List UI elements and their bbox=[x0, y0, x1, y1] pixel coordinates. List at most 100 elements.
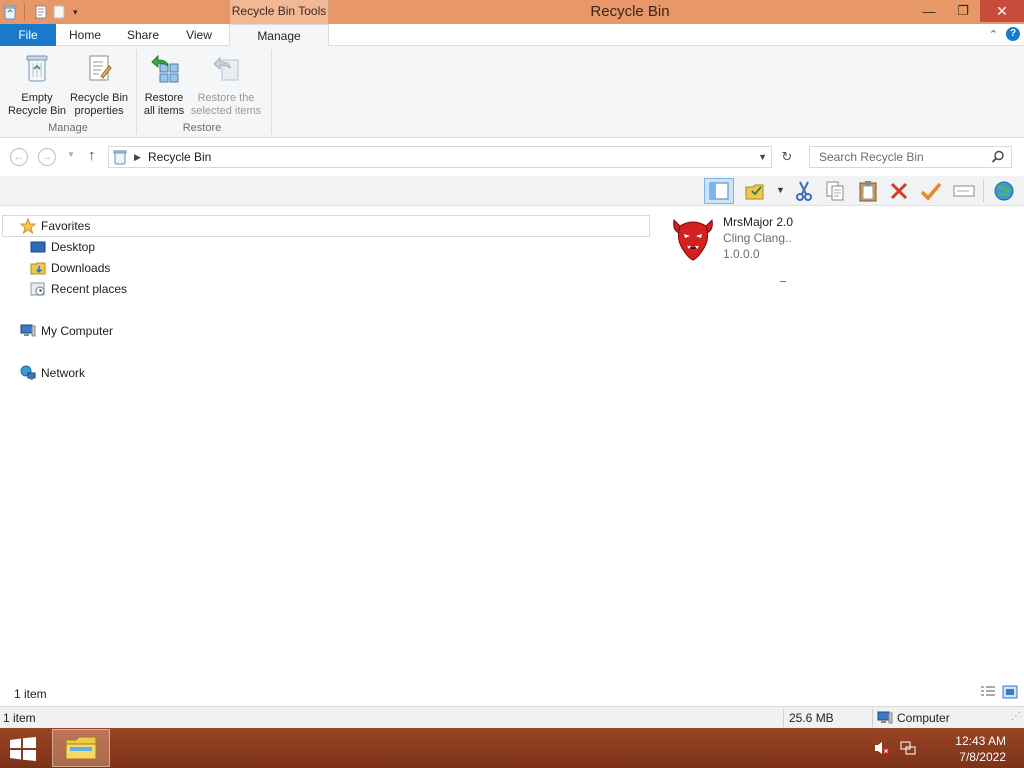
restore-all-label-1: Restore bbox=[144, 92, 184, 104]
internet-button[interactable] bbox=[991, 178, 1017, 204]
forward-button[interactable]: → bbox=[38, 148, 56, 166]
ribbon-tab-right-controls: ⌃ ? bbox=[989, 27, 1020, 41]
status-location: Computer bbox=[897, 711, 950, 725]
clock-date: 7/8/2022 bbox=[959, 750, 1006, 764]
taskbar: 12:43 AM 7/8/2022 bbox=[0, 728, 1024, 768]
file-item-name: MrsMajor 2.0 bbox=[723, 215, 794, 229]
paste-button[interactable] bbox=[855, 178, 881, 204]
nav-downloads[interactable]: Downloads bbox=[30, 258, 110, 278]
quick-access-toolbar: ▾ bbox=[0, 0, 78, 24]
toolbar-separator bbox=[983, 180, 984, 202]
tab-home[interactable]: Home bbox=[56, 24, 114, 46]
window-controls: — ❐ ✕ bbox=[912, 0, 1024, 24]
help-icon[interactable]: ? bbox=[1006, 27, 1020, 41]
resize-grip-icon[interactable]: ⋰ bbox=[1011, 711, 1021, 722]
refresh-button[interactable]: ↻ bbox=[776, 146, 798, 168]
windows-start-icon[interactable] bbox=[8, 737, 38, 761]
nav-favorites[interactable]: Favorites bbox=[20, 216, 90, 236]
nav-my-computer-label: My Computer bbox=[41, 324, 114, 338]
recycle-bin-icon[interactable] bbox=[2, 4, 18, 20]
folder-check-icon bbox=[745, 184, 764, 200]
move-to-folder-button[interactable] bbox=[742, 178, 768, 204]
network-tray-icon[interactable] bbox=[900, 740, 916, 756]
nav-favorites-label: Favorites bbox=[41, 219, 91, 233]
properties-label-2: properties bbox=[74, 105, 124, 117]
copy-icon bbox=[826, 181, 844, 201]
status-bar: 1 item 25.6 MB Computer ⋰ bbox=[0, 706, 1024, 728]
status-item-count: 1 item bbox=[3, 711, 36, 725]
back-button[interactable]: ← bbox=[10, 148, 28, 166]
checkmark-icon bbox=[920, 182, 942, 201]
file-item[interactable]: MrsMajor 2.0 Cling Clang.. 1.0.0.0 bbox=[668, 212, 808, 272]
properties-icon[interactable] bbox=[33, 4, 49, 20]
scissors-icon bbox=[796, 181, 812, 201]
globe-icon bbox=[994, 181, 1014, 201]
search-box[interactable]: Search Recycle Bin bbox=[809, 146, 1012, 168]
new-folder-icon[interactable] bbox=[51, 4, 67, 20]
file-explorer-icon bbox=[65, 736, 97, 760]
view-switcher bbox=[980, 685, 1018, 699]
rename-button[interactable] bbox=[951, 178, 977, 204]
qat-customize-icon[interactable]: ▾ bbox=[73, 7, 78, 18]
restore-selected-label-2: selected items bbox=[190, 105, 262, 117]
search-icon[interactable] bbox=[991, 150, 1005, 164]
large-icons-view-icon[interactable] bbox=[1002, 685, 1018, 699]
ribbon-group-separator bbox=[136, 50, 137, 134]
window-title: Recycle Bin bbox=[590, 3, 670, 20]
preview-pane-button[interactable] bbox=[704, 178, 734, 204]
copy-button[interactable] bbox=[822, 178, 848, 204]
computer-icon bbox=[20, 324, 36, 337]
restore-selected-label-1: Restore the bbox=[197, 92, 255, 104]
tab-view[interactable]: View bbox=[172, 24, 226, 46]
select-button[interactable] bbox=[918, 178, 944, 204]
speaker-muted-icon[interactable] bbox=[874, 740, 890, 756]
restore-all-items-button[interactable]: Restore all items bbox=[140, 52, 188, 118]
up-button[interactable]: ↑ bbox=[88, 147, 96, 164]
command-toolbar: ▼ bbox=[0, 176, 1024, 206]
navigation-pane: Favorites Desktop Downloads Recent place… bbox=[0, 207, 660, 687]
item-count: 1 item bbox=[14, 687, 47, 701]
maximize-button[interactable]: ❐ bbox=[946, 0, 980, 22]
recent-locations-icon[interactable]: ▼ bbox=[67, 150, 75, 159]
empty-recycle-bin-button[interactable]: Empty Recycle Bin bbox=[6, 52, 68, 118]
cursor-mark bbox=[780, 281, 786, 282]
delete-x-icon bbox=[890, 182, 908, 200]
restore-all-icon bbox=[151, 54, 179, 83]
tab-file[interactable]: File bbox=[0, 24, 56, 46]
tab-manage[interactable]: Manage bbox=[229, 24, 329, 47]
close-button[interactable]: ✕ bbox=[980, 0, 1024, 22]
status-size: 25.6 MB bbox=[789, 711, 834, 725]
nav-desktop-label: Desktop bbox=[51, 240, 96, 254]
empty-recycle-bin-label-1: Empty bbox=[21, 92, 53, 104]
delete-button[interactable] bbox=[886, 178, 912, 204]
minimize-ribbon-icon[interactable]: ⌃ bbox=[989, 28, 998, 41]
navigation-bar: ← → ▼ ↑ ▶ Recycle Bin ▼ ↻ Search Recycle… bbox=[0, 138, 1024, 176]
mrsmajor-demon-icon bbox=[673, 218, 713, 261]
properties-icon bbox=[89, 55, 112, 81]
breadcrumb-chevron-icon[interactable]: ▶ bbox=[134, 147, 141, 167]
recent-places-icon bbox=[30, 282, 45, 296]
ribbon-panel: Empty Recycle Bin Recycle Bin properties… bbox=[0, 46, 1024, 138]
recycle-bin-properties-button[interactable]: Recycle Bin properties bbox=[68, 52, 130, 118]
restore-selected-items-button[interactable]: Restore the selected items bbox=[188, 52, 264, 118]
taskbar-file-explorer[interactable] bbox=[52, 729, 110, 767]
nav-my-computer[interactable]: My Computer bbox=[20, 321, 113, 341]
preview-pane-icon bbox=[709, 182, 729, 200]
restore-selected-icon bbox=[213, 56, 239, 81]
breadcrumb-recycle-bin[interactable]: Recycle Bin bbox=[148, 147, 211, 167]
address-dropdown-icon[interactable]: ▼ bbox=[758, 147, 767, 167]
details-view-icon[interactable] bbox=[980, 685, 996, 699]
minimize-button[interactable]: — bbox=[912, 0, 946, 22]
taskbar-clock[interactable]: 12:43 AM 7/8/2022 bbox=[955, 733, 1006, 765]
nav-network-label: Network bbox=[41, 366, 86, 380]
group-label-manage: Manage bbox=[48, 122, 88, 134]
restore-all-label-2: all items bbox=[143, 105, 185, 117]
cut-button[interactable] bbox=[791, 178, 817, 204]
folder-menu-dropdown-icon[interactable]: ▼ bbox=[776, 185, 785, 195]
properties-label-1: Recycle Bin bbox=[69, 92, 129, 104]
nav-network[interactable]: Network bbox=[20, 363, 85, 383]
nav-recent-places[interactable]: Recent places bbox=[30, 279, 127, 299]
nav-desktop[interactable]: Desktop bbox=[30, 237, 95, 257]
address-bar[interactable]: ▶ Recycle Bin ▼ bbox=[108, 146, 772, 168]
tab-share[interactable]: Share bbox=[114, 24, 172, 46]
